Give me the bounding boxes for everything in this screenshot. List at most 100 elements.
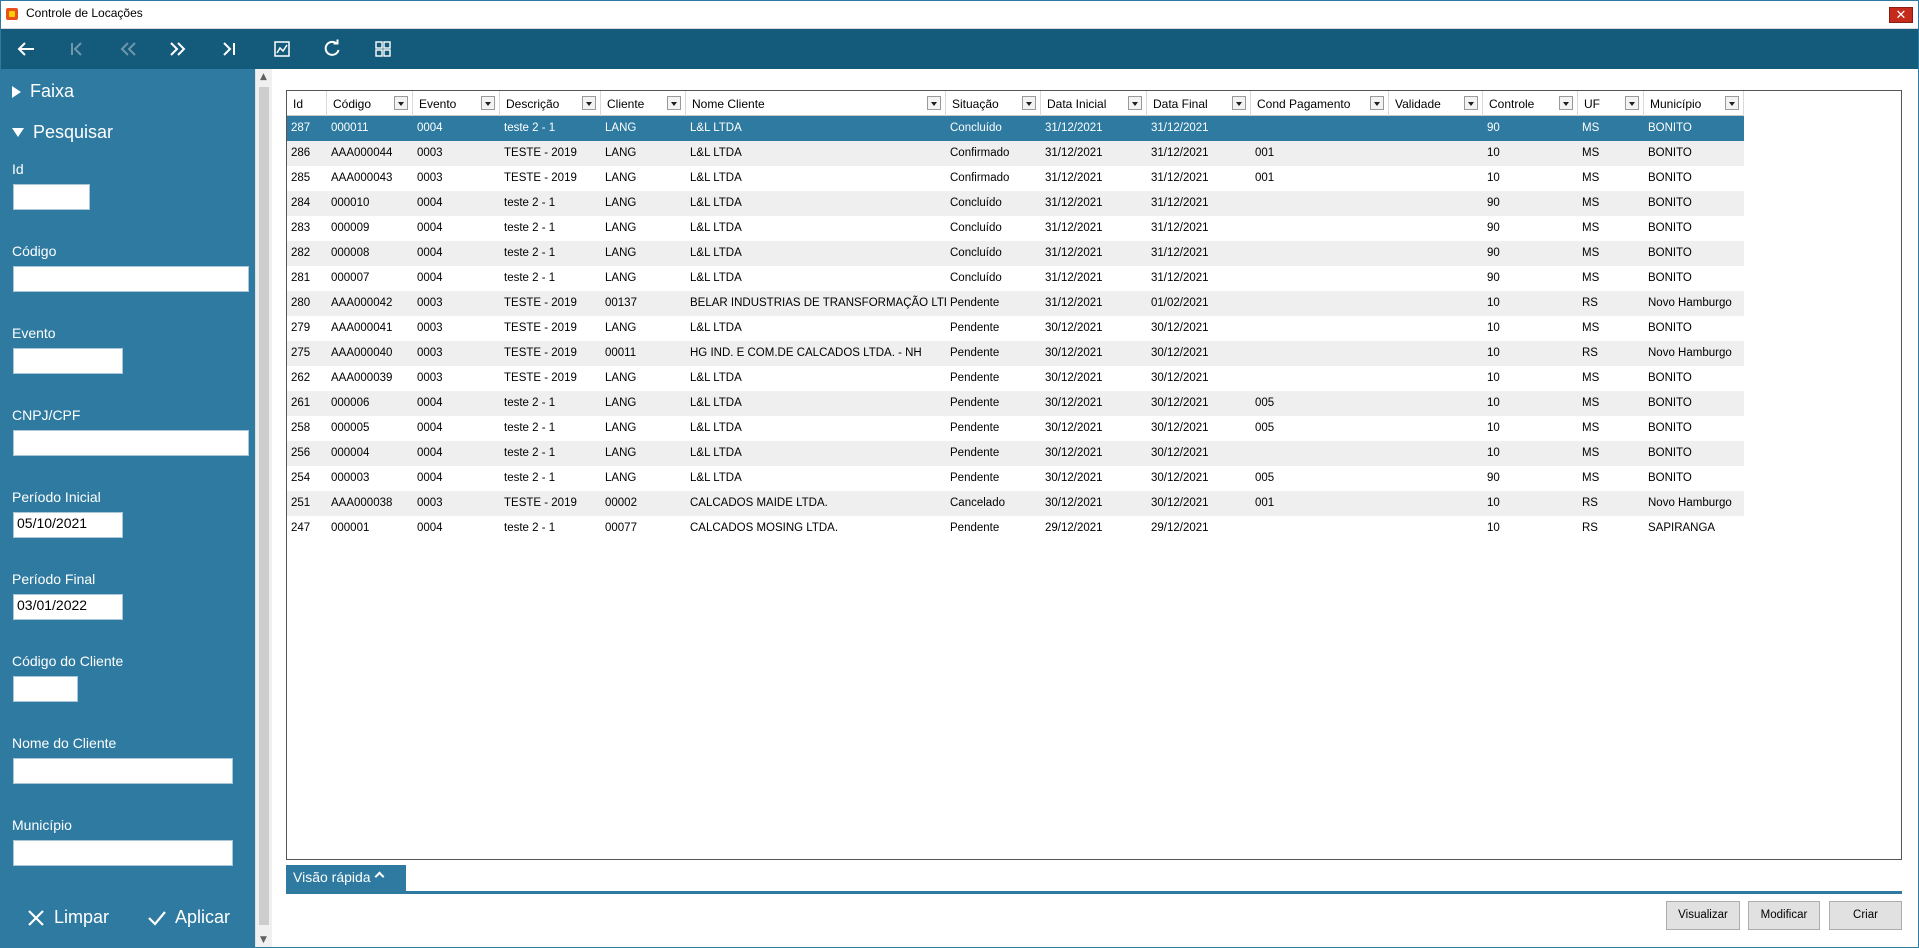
sidebar-scrollbar[interactable]: ▲ ▼	[255, 69, 272, 948]
cell-situacao: Pendente	[950, 372, 1000, 384]
filter-dropdown-icon[interactable]	[582, 96, 596, 110]
scroll-up-icon[interactable]: ▲	[260, 72, 267, 82]
table-row[interactable]: 258 000005 0004 teste 2 - 1 LANG L&L LTDA Pend…	[287, 416, 1744, 441]
filter-dropdown-icon[interactable]	[667, 96, 681, 110]
nome-cliente-label: Nome do Cliente	[12, 735, 117, 751]
cell-codigo: AAA000042	[331, 297, 393, 309]
previous-page-button[interactable]	[108, 35, 148, 63]
cnpj-cpf-label: CNPJ/CPF	[12, 407, 81, 423]
cell-uf: MS	[1582, 372, 1600, 384]
cell-situacao: Confirmado	[950, 147, 1010, 159]
table-row[interactable]: 254 000003 0004 teste 2 - 1 LANG L&L LTDA Pend…	[287, 466, 1744, 491]
scroll-down-icon[interactable]: ▼	[260, 935, 267, 945]
filter-dropdown-icon[interactable]	[927, 96, 941, 110]
cell-descricao: teste 2 - 1	[504, 522, 556, 534]
filter-dropdown-icon[interactable]	[1725, 96, 1739, 110]
table-row[interactable]: 261 000006 0004 teste 2 - 1 LANG L&L LTDA Pend…	[287, 391, 1744, 416]
table-row[interactable]: 282 000008 0004 teste 2 - 1 LANG L&L LTDA Conc…	[287, 241, 1744, 266]
filter-dropdown-icon[interactable]	[1232, 96, 1246, 110]
filter-dropdown-icon[interactable]	[394, 96, 408, 110]
cell-validade	[1389, 441, 1483, 466]
column-header-label: Data Inicial	[1047, 97, 1107, 111]
scrollbar-thumb[interactable]	[259, 87, 269, 925]
cell-descricao: teste 2 - 1	[504, 272, 556, 284]
cell-municipio: Novo Hamburgo	[1648, 497, 1732, 509]
filter-dropdown-icon[interactable]	[1128, 96, 1142, 110]
cell-evento: 0004	[417, 472, 443, 484]
modificar-button[interactable]: Modificar	[1748, 901, 1820, 930]
table-row[interactable]: 280 AAA000042 0003 TESTE - 2019 00137 BELAR I…	[287, 291, 1744, 316]
nome-cliente-input[interactable]	[13, 758, 233, 784]
chart-button[interactable]	[262, 35, 302, 63]
id-input[interactable]	[13, 184, 90, 210]
filter-dropdown-icon[interactable]	[1625, 96, 1639, 110]
back-button[interactable]	[6, 35, 46, 63]
column-header-descricao[interactable]: Descrição	[500, 91, 601, 116]
table-row[interactable]: 279 AAA000041 0003 TESTE - 2019 LANG L&L LTDA…	[287, 316, 1744, 341]
cell-cond-pagamento	[1251, 291, 1389, 316]
column-header-label: Município	[1650, 97, 1702, 111]
column-header-controle[interactable]: Controle	[1483, 91, 1578, 116]
municipio-input[interactable]	[13, 840, 233, 866]
cell-cond-pagamento	[1251, 191, 1389, 216]
table-row[interactable]: 283 000009 0004 teste 2 - 1 LANG L&L LTDA Conc…	[287, 216, 1744, 241]
table-row[interactable]: 256 000004 0004 teste 2 - 1 LANG L&L LTDA Pend…	[287, 441, 1744, 466]
table-row[interactable]: 284 000010 0004 teste 2 - 1 LANG L&L LTDA Conc…	[287, 191, 1744, 216]
table-row[interactable]: 275 AAA000040 0003 TESTE - 2019 00011 HG IND.…	[287, 341, 1744, 366]
table-row[interactable]: 281 000007 0004 teste 2 - 1 LANG L&L LTDA Conc…	[287, 266, 1744, 291]
column-header-evento[interactable]: Evento	[413, 91, 500, 116]
cell-nome-cliente: L&L LTDA	[690, 247, 742, 259]
table-row[interactable]: 286 AAA000044 0003 TESTE - 2019 LANG L&L LTDA…	[287, 141, 1744, 166]
table-row[interactable]: 287 000011 0004 teste 2 - 1 LANG L&L LTDA Conc…	[287, 116, 1744, 141]
limpar-button[interactable]: Limpar	[26, 907, 109, 928]
column-header-uf[interactable]: UF	[1578, 91, 1644, 116]
codigo-input[interactable]	[13, 266, 249, 292]
column-header-codigo[interactable]: Código	[327, 91, 413, 116]
filter-dropdown-icon[interactable]	[1559, 96, 1573, 110]
layout-button[interactable]	[363, 35, 403, 63]
cell-cond-pagamento: 001	[1255, 147, 1275, 159]
refresh-icon	[324, 39, 340, 56]
codigo-cliente-input[interactable]	[13, 676, 78, 702]
filter-dropdown-icon[interactable]	[1370, 96, 1384, 110]
filter-dropdown-icon[interactable]	[1464, 96, 1478, 110]
cell-uf: MS	[1582, 272, 1600, 284]
column-header-nome-cliente[interactable]: Nome Cliente	[686, 91, 946, 116]
periodo-inicial-input[interactable]: 05/10/2021	[13, 512, 123, 538]
last-record-button[interactable]	[209, 35, 249, 63]
filter-dropdown-icon[interactable]	[1022, 96, 1036, 110]
clear-x-icon	[28, 909, 44, 926]
evento-input[interactable]	[13, 348, 123, 374]
column-header-validade[interactable]: Validade	[1389, 91, 1483, 116]
pesquisar-section-header[interactable]: Pesquisar	[12, 122, 113, 143]
faixa-section-header[interactable]: Faixa	[12, 81, 74, 102]
cell-controle: 10	[1487, 147, 1500, 159]
column-header-cond-pagamento[interactable]: Cond Pagamento	[1251, 91, 1389, 116]
first-record-button[interactable]	[57, 35, 97, 63]
filter-dropdown-icon[interactable]	[481, 96, 495, 110]
table-row[interactable]: 262 AAA000039 0003 TESTE - 2019 LANG L&L LTDA…	[287, 366, 1744, 391]
refresh-button[interactable]	[312, 35, 352, 63]
cell-cond-pagamento: 005	[1255, 472, 1275, 484]
quick-view-tab[interactable]: Visão rápida	[286, 865, 406, 891]
criar-button[interactable]: Criar	[1829, 901, 1902, 930]
column-header-id[interactable]: Id	[287, 91, 327, 116]
column-header-municipio[interactable]: Município	[1644, 91, 1744, 116]
next-page-button[interactable]	[158, 35, 198, 63]
cell-nome-cliente: L&L LTDA	[690, 222, 742, 234]
aplicar-button[interactable]: Aplicar	[147, 907, 230, 928]
cnpj-cpf-input[interactable]	[13, 430, 249, 456]
table-row[interactable]: 251 AAA000038 0003 TESTE - 2019 00002 CALCADO…	[287, 491, 1744, 516]
close-button[interactable]: ✕	[1889, 7, 1913, 23]
table-row[interactable]: 285 AAA000043 0003 TESTE - 2019 LANG L&L LTDA…	[287, 166, 1744, 191]
periodo-final-input[interactable]: 03/01/2022	[13, 594, 123, 620]
collapse-triangle-icon	[12, 128, 24, 137]
cell-cond-pagamento	[1251, 341, 1389, 366]
table-row[interactable]: 247 000001 0004 teste 2 - 1 00077 CALCADOS MO…	[287, 516, 1744, 541]
visualizar-button[interactable]: Visualizar	[1666, 901, 1740, 930]
cell-data-inicial: 30/12/2021	[1045, 447, 1103, 459]
column-header-situacao[interactable]: Situação	[946, 91, 1041, 116]
column-header-data-inicial[interactable]: Data Inicial	[1041, 91, 1147, 116]
column-header-data-final[interactable]: Data Final	[1147, 91, 1251, 116]
column-header-cliente[interactable]: Cliente	[601, 91, 686, 116]
